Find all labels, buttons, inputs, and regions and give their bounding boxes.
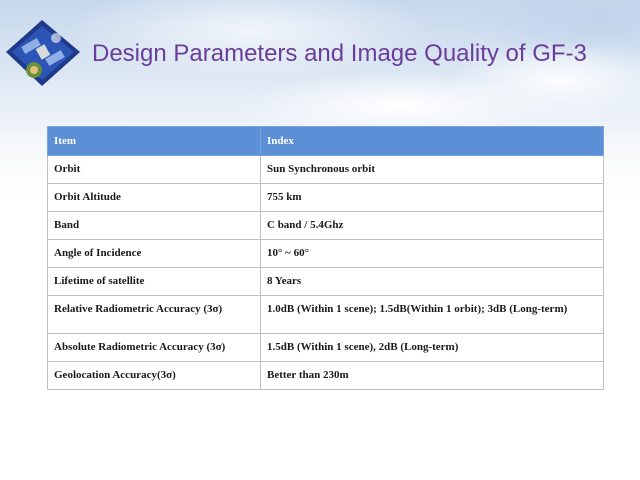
item-cell: Relative Radiometric Accuracy (3σ) bbox=[47, 295, 261, 334]
table-row: Angle of Incidence 10° ~ 60° bbox=[47, 239, 604, 268]
index-cell: Better than 230m bbox=[260, 361, 604, 390]
index-cell: 1.0dB (Within 1 scene); 1.5dB(Within 1 o… bbox=[260, 295, 604, 334]
index-cell: 1.5dB (Within 1 scene), 2dB (Long-term) bbox=[260, 333, 604, 362]
table-row: Band C band / 5.4Ghz bbox=[47, 211, 604, 240]
table-row: Absolute Radiometric Accuracy (3σ) 1.5dB… bbox=[47, 333, 604, 362]
table-row: Geolocation Accuracy(3σ) Better than 230… bbox=[47, 361, 604, 390]
index-cell: Sun Synchronous orbit bbox=[260, 155, 604, 184]
table-row: Orbit Sun Synchronous orbit bbox=[47, 155, 604, 184]
table-header-row: Item Index bbox=[47, 126, 604, 156]
item-cell: Absolute Radiometric Accuracy (3σ) bbox=[47, 333, 261, 362]
index-cell: 755 km bbox=[260, 183, 604, 212]
item-cell: Band bbox=[47, 211, 261, 240]
satellite-logo-icon bbox=[4, 18, 86, 90]
index-cell: C band / 5.4Ghz bbox=[260, 211, 604, 240]
page-title: Design Parameters and Image Quality of G… bbox=[92, 40, 587, 67]
index-cell: 10° ~ 60° bbox=[260, 239, 604, 268]
item-cell: Lifetime of satellite bbox=[47, 267, 261, 296]
table-row: Relative Radiometric Accuracy (3σ) 1.0dB… bbox=[47, 295, 604, 334]
column-header-item: Item bbox=[47, 126, 261, 156]
table-row: Orbit Altitude 755 km bbox=[47, 183, 604, 212]
item-cell: Angle of Incidence bbox=[47, 239, 261, 268]
column-header-index: Index bbox=[260, 126, 604, 156]
item-cell: Geolocation Accuracy(3σ) bbox=[47, 361, 261, 390]
item-cell: Orbit bbox=[47, 155, 261, 184]
item-cell: Orbit Altitude bbox=[47, 183, 261, 212]
index-cell: 8 Years bbox=[260, 267, 604, 296]
parameters-table: Item Index Orbit Sun Synchronous orbit O… bbox=[47, 126, 604, 390]
table-row: Lifetime of satellite 8 Years bbox=[47, 267, 604, 296]
